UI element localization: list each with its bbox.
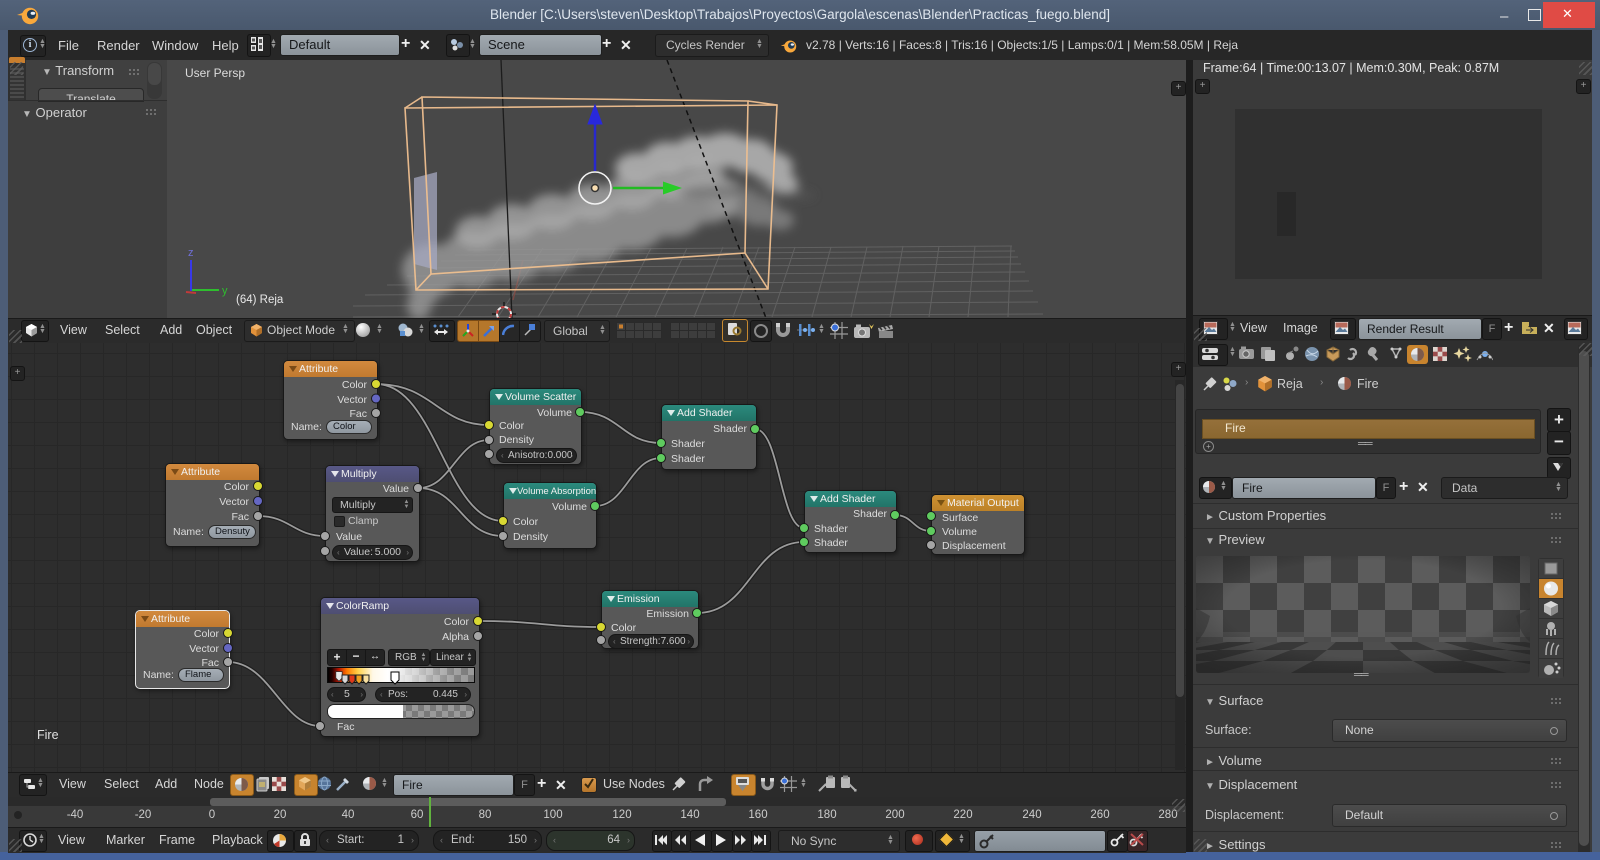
svg-text:z: z xyxy=(188,247,194,259)
svg-text:y: y xyxy=(222,285,228,297)
